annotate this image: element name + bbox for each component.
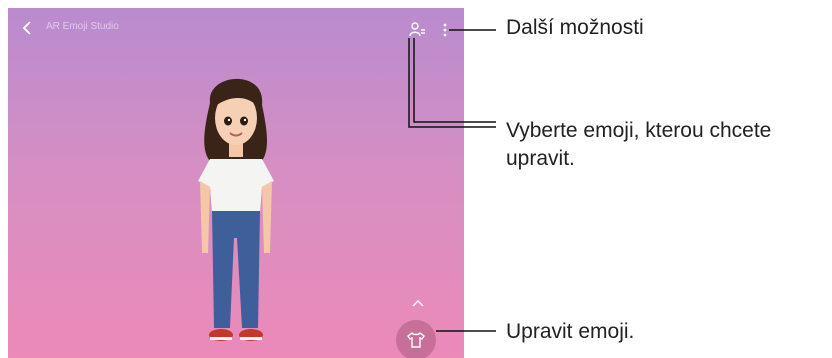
back-button[interactable]: [18, 18, 38, 38]
app-title: AR Emoji Studio: [46, 21, 119, 32]
person-switch-icon: [409, 22, 425, 37]
avatar-arm-right: [262, 181, 272, 253]
callout-more-options: Další možnosti: [506, 16, 644, 39]
chevron-left-icon: [22, 21, 31, 35]
avatar-neck: [229, 143, 243, 157]
avatar-eye-right: [240, 116, 248, 126]
more-options-button[interactable]: [436, 21, 454, 39]
avatar-jeans: [212, 211, 260, 328]
callout-select-emoji: Vyberte emoji, kterou chcete upravit.: [506, 119, 772, 170]
top-bar: AR Emoji Studio: [8, 8, 464, 50]
more-vertical-icon: [443, 23, 447, 37]
emoji-avatar[interactable]: [188, 63, 283, 353]
avatar-arm-left: [200, 181, 210, 253]
edit-emoji-button[interactable]: [396, 320, 436, 358]
chevron-up-icon[interactable]: [411, 298, 425, 308]
callout-edit-emoji: Upravit emoji.: [506, 320, 635, 343]
tshirt-icon: [407, 331, 425, 348]
avatar-eye-left: [224, 116, 232, 126]
emoji-studio-screen: AR Emoji Studio: [8, 8, 464, 358]
select-emoji-button[interactable]: [408, 21, 426, 39]
